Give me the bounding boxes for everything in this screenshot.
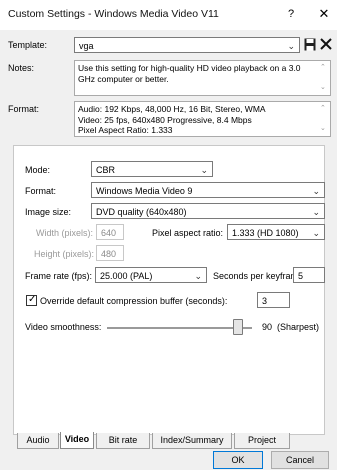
tab-project[interactable]: Project: [234, 433, 290, 449]
format-value: Windows Media Video 9: [96, 186, 193, 196]
keyframe-label: Seconds per keyframe:: [213, 271, 306, 281]
save-icon[interactable]: [304, 38, 316, 51]
chevron-down-icon: ⌄: [200, 165, 208, 175]
chevron-down-icon: ⌄: [287, 41, 295, 51]
smoothness-value: 90: [262, 322, 273, 332]
title-bar: Custom Settings - Windows Media Video V1…: [0, 0, 337, 30]
buffer-value: 3: [262, 296, 268, 306]
format-info-box: Audio: 192 Kbps, 48,000 Hz, 16 Bit, Ster…: [74, 101, 331, 137]
ok-button[interactable]: OK: [213, 451, 263, 469]
chevron-down-icon: ⌄: [312, 228, 320, 238]
smoothness-label: Video smoothness:: [25, 322, 102, 332]
frame-rate-value: 25.000 (PAL): [100, 271, 153, 281]
tab-video-label: Video: [64, 434, 90, 444]
ok-button-label: OK: [231, 455, 245, 465]
width-value: 640: [101, 228, 117, 238]
image-size-value: DVD quality (640x480): [96, 207, 187, 217]
template-combo[interactable]: vga ⌄: [74, 37, 300, 53]
width-input[interactable]: 640: [96, 224, 124, 240]
par-select[interactable]: 1.333 (HD 1080) ⌄: [227, 224, 325, 240]
par-label: Pixel aspect ratio:: [152, 228, 224, 238]
format-audio-line: Audio: 192 Kbps, 48,000 Hz, 16 Bit, Ster…: [78, 104, 266, 114]
smoothness-track[interactable]: [107, 327, 252, 329]
checkmark-icon: ✓: [28, 294, 37, 305]
notes-label: Notes:: [8, 63, 35, 73]
frame-rate-select[interactable]: 25.000 (PAL) ⌄: [95, 267, 207, 283]
smoothness-suffix: (Sharpest): [277, 322, 320, 332]
format-video-line: Video: 25 fps, 640x480 Progressive, 8.4 …: [78, 114, 252, 125]
chevron-down-icon: ⌄: [312, 207, 320, 217]
override-checkbox[interactable]: ✓: [26, 294, 37, 306]
format-select[interactable]: Windows Media Video 9 ⌄: [91, 182, 325, 198]
notes-textarea[interactable]: Use this setting for high-quality HD vid…: [74, 60, 331, 96]
mode-label: Mode:: [25, 165, 51, 175]
scroll-down-icon[interactable]: ⌄: [320, 83, 326, 94]
tab-bit-rate[interactable]: Bit rate: [96, 433, 150, 449]
cancel-button-label: Cancel: [285, 455, 314, 465]
tab-bit-rate-label: Bit rate: [108, 435, 138, 445]
scroll-down-icon[interactable]: ⌄: [320, 124, 326, 135]
image-size-label: Image size:: [25, 207, 72, 217]
notes-text: Use this setting for high-quality HD vid…: [78, 63, 301, 84]
scroll-up-icon[interactable]: ⌃: [320, 63, 326, 74]
notes-scrollbar[interactable]: ⌃ ⌄: [319, 61, 329, 95]
mode-value: CBR: [96, 165, 116, 175]
format-label: Format:: [25, 186, 57, 196]
mode-select[interactable]: CBR ⌄: [91, 161, 213, 177]
close-button[interactable]: ✕: [316, 5, 332, 23]
tab-video[interactable]: Video: [60, 432, 94, 449]
frame-rate-label: Frame rate (fps):: [25, 271, 93, 281]
help-button[interactable]: ?: [283, 5, 299, 23]
tab-index-summary[interactable]: Index/Summary: [152, 433, 232, 449]
par-value: 1.333 (HD 1080): [232, 228, 299, 238]
smoothness-thumb[interactable]: [232, 319, 243, 335]
height-input[interactable]: 480: [96, 245, 124, 261]
image-size-select[interactable]: DVD quality (640x480) ⌄: [91, 203, 325, 219]
height-value: 480: [101, 249, 117, 259]
buffer-input[interactable]: 3: [257, 292, 290, 308]
tab-audio[interactable]: Audio: [17, 433, 59, 449]
cancel-button[interactable]: Cancel: [271, 451, 329, 469]
template-value: vga: [79, 41, 94, 51]
keyframe-value: 5: [298, 271, 304, 281]
override-label: Override default compression buffer (sec…: [40, 296, 228, 306]
template-label: Template:: [8, 40, 48, 50]
width-label: Width (pixels):: [36, 228, 94, 238]
format-par-line: Pixel Aspect Ratio: 1.333: [78, 125, 173, 135]
tab-audio-label: Audio: [26, 435, 50, 445]
height-label: Height (pixels):: [34, 249, 95, 259]
scroll-up-icon[interactable]: ⌃: [320, 104, 326, 115]
keyframe-input[interactable]: 5: [293, 267, 325, 283]
format-info-label: Format:: [8, 104, 40, 114]
format-scrollbar[interactable]: ⌃ ⌄: [319, 102, 329, 136]
chevron-down-icon: ⌄: [312, 186, 320, 196]
window-title: Custom Settings - Windows Media Video V1…: [8, 8, 219, 20]
tab-project-label: Project: [247, 435, 276, 445]
delete-icon[interactable]: [320, 38, 332, 50]
tab-index-summary-label: Index/Summary: [160, 435, 224, 445]
chevron-down-icon: ⌄: [194, 271, 202, 281]
